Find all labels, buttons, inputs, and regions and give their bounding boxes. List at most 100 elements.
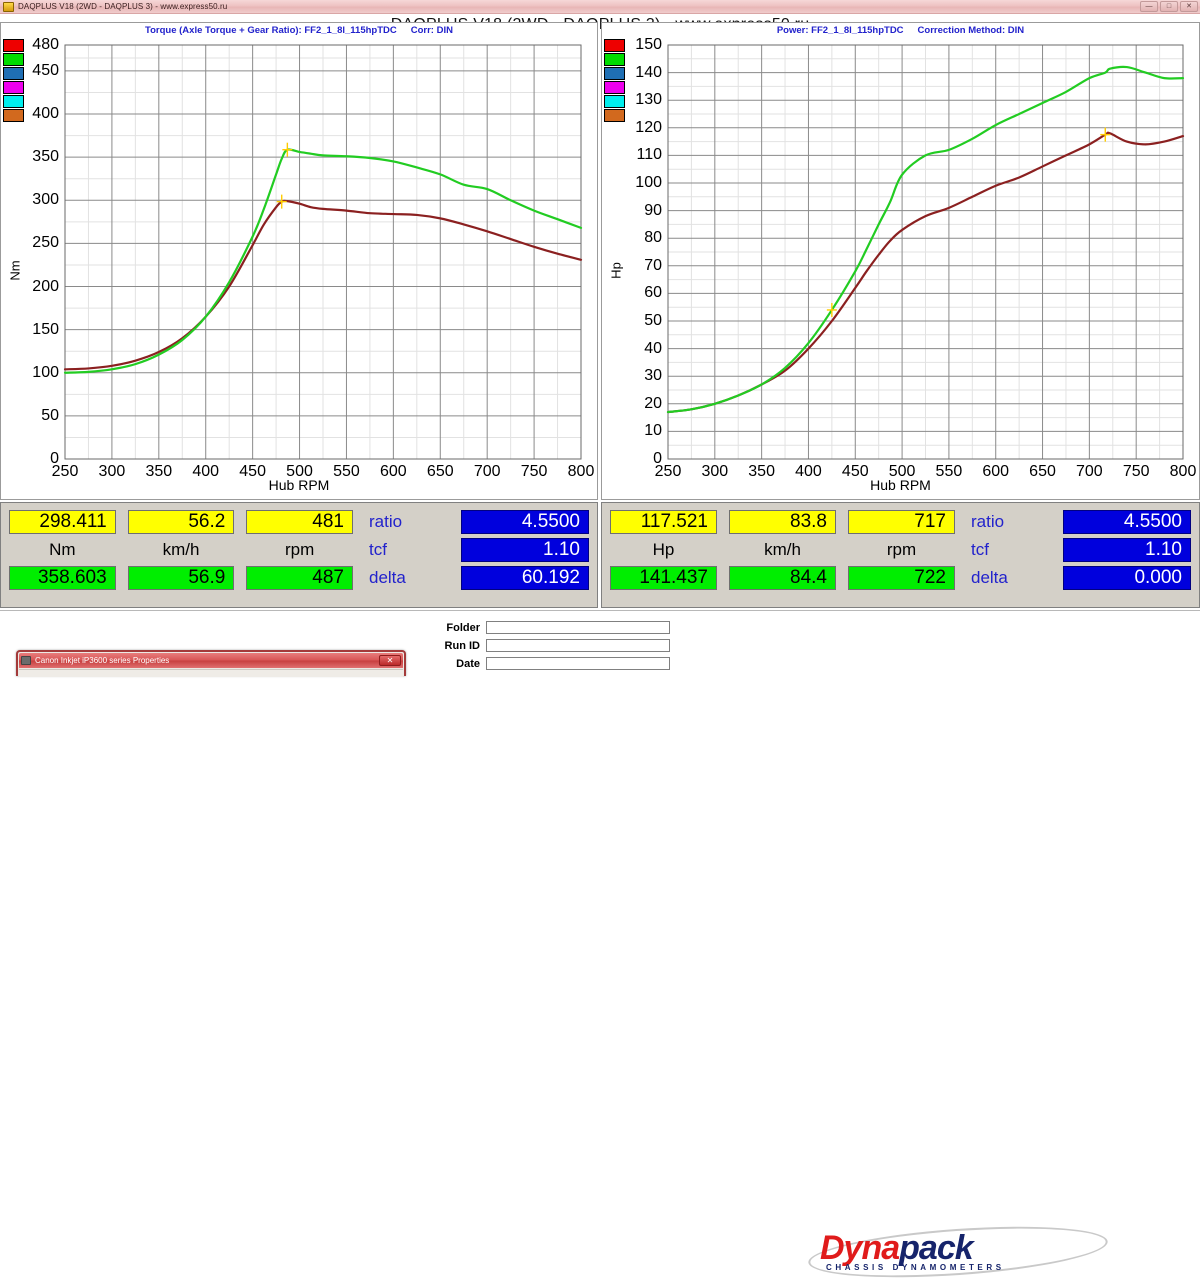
power-chart-title: Power: FF2_1_8l_115hpTDC: [777, 25, 904, 36]
torque-delta-label: delta: [365, 568, 449, 588]
window-controls: — □ ✕: [1140, 1, 1198, 12]
y-tick-label: 150: [602, 36, 662, 54]
y-tick-label: 30: [602, 367, 662, 385]
app-icon: [3, 2, 14, 12]
logo-subtitle: CHASSIS DYNAMOMETERS: [826, 1263, 1106, 1272]
canon-dialog-title: Canon Inkjet iP3600 series Properties: [35, 656, 379, 665]
power-ratio-label: ratio: [967, 512, 1051, 532]
x-tick-label: 750: [1123, 463, 1150, 481]
x-tick-label: 300: [99, 463, 126, 481]
runid-input[interactable]: [486, 639, 670, 652]
canon-dialog-titlebar: Canon Inkjet iP3600 series Properties ✕: [19, 653, 403, 668]
torque-chart-header: Torque (Axle Torque + Gear Ratio): FF2_1…: [1, 23, 597, 37]
folder-input[interactable]: [486, 621, 670, 634]
torque-run1-value: 298.411: [9, 510, 116, 534]
y-tick-label: 0: [1, 450, 59, 468]
power-readout-panel: 117.521 83.8 717 ratio 4.5500 Hp km/h rp…: [601, 502, 1200, 608]
x-tick-label: 800: [1170, 463, 1197, 481]
torque-tcf-label: tcf: [365, 540, 449, 560]
y-tick-label: 50: [1, 407, 59, 425]
x-tick-label: 350: [748, 463, 775, 481]
canon-printer-properties-dialog[interactable]: Canon Inkjet iP3600 series Properties ✕: [16, 650, 406, 676]
dynapack-logo: Dynapack CHASSIS DYNAMOMETERS: [800, 1223, 1120, 1281]
os-window-titlebar: DAQPLUS V18 (2WD - DAQPLUS 3) - www.expr…: [0, 0, 1200, 14]
runid-row: Run ID: [410, 639, 670, 652]
torque-run2-value: 358.603: [9, 566, 116, 590]
torque-run2-speed: 56.9: [128, 566, 235, 590]
torque-ratio-label: ratio: [365, 512, 449, 532]
canon-dialog-close-button[interactable]: ✕: [379, 655, 401, 666]
x-tick-label: 650: [1029, 463, 1056, 481]
y-tick-label: 450: [1, 62, 59, 80]
power-run1-speed: 83.8: [729, 510, 836, 534]
y-tick-label: 80: [602, 229, 662, 247]
x-tick-label: 450: [239, 463, 266, 481]
y-tick-label: 70: [602, 257, 662, 275]
close-button[interactable]: ✕: [1180, 1, 1198, 12]
y-tick-label: 140: [602, 64, 662, 82]
torque-plot-svg: [1, 37, 597, 499]
y-tick-label: 110: [602, 146, 662, 164]
y-tick-label: 350: [1, 148, 59, 166]
date-input[interactable]: [486, 657, 670, 670]
torque-unit-value: Nm: [9, 540, 116, 560]
torque-delta-value: 60.192: [461, 566, 589, 590]
x-tick-label: 700: [1076, 463, 1103, 481]
torque-tcf-value: 1.10: [461, 538, 589, 562]
power-delta-value: 0.000: [1063, 566, 1191, 590]
x-tick-label: 500: [889, 463, 916, 481]
y-tick-label: 150: [1, 321, 59, 339]
y-tick-label: 100: [1, 364, 59, 382]
date-label: Date: [410, 658, 480, 670]
x-tick-label: 600: [982, 463, 1009, 481]
x-tick-label: 600: [380, 463, 407, 481]
power-plot-area[interactable]: Hp Hub RPM 01020304050607080901001101201…: [602, 37, 1199, 499]
maximize-button[interactable]: □: [1160, 1, 1178, 12]
x-tick-label: 250: [52, 463, 79, 481]
power-tcf-value: 1.10: [1063, 538, 1191, 562]
y-tick-label: 10: [602, 422, 662, 440]
torque-chart-title: Torque (Axle Torque + Gear Ratio): FF2_1…: [145, 25, 397, 36]
torque-run1-speed: 56.2: [128, 510, 235, 534]
os-window-title: DAQPLUS V18 (2WD - DAQPLUS 3) - www.expr…: [18, 2, 227, 11]
x-tick-label: 450: [842, 463, 869, 481]
power-run2-speed: 84.4: [729, 566, 836, 590]
torque-correction-label: Corr: DIN: [411, 25, 453, 36]
x-tick-label: 800: [568, 463, 595, 481]
power-run1-value: 117.521: [610, 510, 717, 534]
power-unit-rpm: rpm: [848, 540, 955, 560]
power-run2-value: 141.437: [610, 566, 717, 590]
folder-row: Folder: [410, 621, 670, 634]
minimize-button[interactable]: —: [1140, 1, 1158, 12]
power-unit-value: Hp: [610, 540, 717, 560]
x-tick-label: 400: [795, 463, 822, 481]
y-tick-label: 480: [1, 36, 59, 54]
y-tick-label: 100: [602, 174, 662, 192]
torque-plot-area[interactable]: Nm Hub RPM 05010015020025030035040045048…: [1, 37, 597, 499]
printer-icon: [21, 656, 31, 665]
logo-word-dyna: Dyna: [820, 1229, 899, 1267]
x-tick-label: 300: [701, 463, 728, 481]
power-chart-panel: Power: FF2_1_8l_115hpTDC Correction Meth…: [601, 22, 1200, 500]
power-plot-svg: [602, 37, 1199, 499]
power-run1-rpm: 717: [848, 510, 955, 534]
power-run2-rpm: 722: [848, 566, 955, 590]
y-tick-label: 250: [1, 234, 59, 252]
power-unit-speed: km/h: [729, 540, 836, 560]
x-tick-label: 550: [333, 463, 360, 481]
torque-chart-panel: Torque (Axle Torque + Gear Ratio): FF2_1…: [0, 22, 598, 500]
power-delta-label: delta: [967, 568, 1051, 588]
torque-ratio-value: 4.5500: [461, 510, 589, 534]
y-tick-label: 60: [602, 284, 662, 302]
date-row: Date: [410, 657, 670, 670]
power-correction-label: Correction Method: DIN: [918, 25, 1025, 36]
x-tick-label: 750: [521, 463, 548, 481]
y-tick-label: 400: [1, 105, 59, 123]
y-tick-label: 300: [1, 191, 59, 209]
x-tick-label: 650: [427, 463, 454, 481]
y-tick-label: 90: [602, 202, 662, 220]
y-tick-label: 130: [602, 91, 662, 109]
x-tick-label: 500: [286, 463, 313, 481]
y-tick-label: 50: [602, 312, 662, 330]
x-tick-label: 550: [936, 463, 963, 481]
